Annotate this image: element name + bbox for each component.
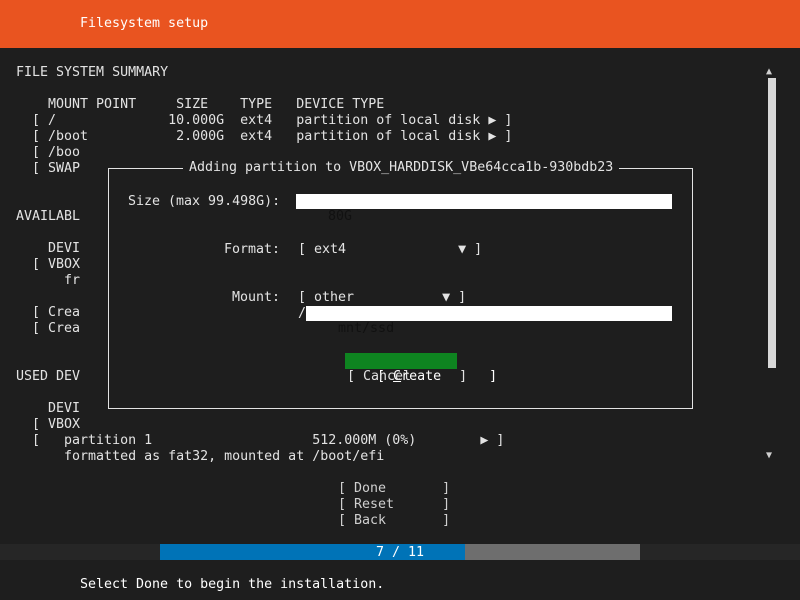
add-partition-dialog: Adding partition to VBOX_HARDDISK_VBe64c… [108,160,693,409]
summary-row[interactable]: [ SWAP [16,161,80,177]
available-line[interactable]: [ Crea [16,321,80,337]
available-heading: AVAILABL [16,209,81,224]
available-line: fr [16,273,81,288]
size-input[interactable]: 80G [296,194,672,224]
used-partition-row[interactable]: [ partition 1 512.000M (0%) ▶ ] [16,433,504,449]
reset-button[interactable]: [ Reset ] [338,497,450,513]
used-line[interactable]: [ VBOX [16,417,80,433]
dialog-title: Adding partition to VBOX_HARDDISK_VBe64c… [183,160,620,176]
summary-heading: FILE SYSTEM SUMMARY [16,65,169,80]
available-line[interactable]: [ Crea [16,305,80,321]
mount-label: Mount: [232,290,281,305]
available-line[interactable]: [ VBOX [16,257,80,273]
summary-row[interactable]: [ /boo [16,145,80,161]
page-title: Filesystem setup [80,16,209,31]
done-button[interactable]: [ Done ] [338,481,450,497]
mount-path-input[interactable]: mnt/ssd [306,306,672,336]
footer-hint: Select Done to begin the installation. [80,577,385,592]
summary-row[interactable]: [ / 10.000G ext4 partition of local disk… [16,113,512,129]
size-label: Size (max 99.498G): [128,194,281,209]
mount-path-prefix: / [298,306,307,321]
scroll-up-icon[interactable]: ▲ [766,66,772,77]
size-value: 80G [328,209,353,224]
create-button[interactable]: [ Create ] [345,353,497,384]
used-line: DEVI [16,401,81,416]
scroll-down-icon[interactable]: ▼ [766,450,772,461]
back-button[interactable]: [ Back ] [338,513,450,529]
header-bar: Filesystem setup [0,0,800,48]
mount-select[interactable]: [ other ▼ ] [298,290,466,306]
used-line: formatted as fat32, mounted at /boot/efi [16,449,385,464]
progress-text: 7 / 11 [375,545,425,560]
summary-columns: MOUNT POINT SIZE TYPE DEVICE TYPE [16,97,385,112]
summary-row[interactable]: [ /boot 2.000G ext4 partition of local d… [16,129,512,145]
used-heading: USED DEV [16,369,81,384]
scrollbar-thumb[interactable] [768,78,776,368]
format-select[interactable]: [ ext4 ▼ ] [298,242,482,258]
cancel-button[interactable]: [ Cancel ] [347,369,467,385]
mount-path-value: mnt/ssd [338,321,395,336]
format-label: Format: [224,242,281,257]
available-line: DEVI [16,241,81,256]
